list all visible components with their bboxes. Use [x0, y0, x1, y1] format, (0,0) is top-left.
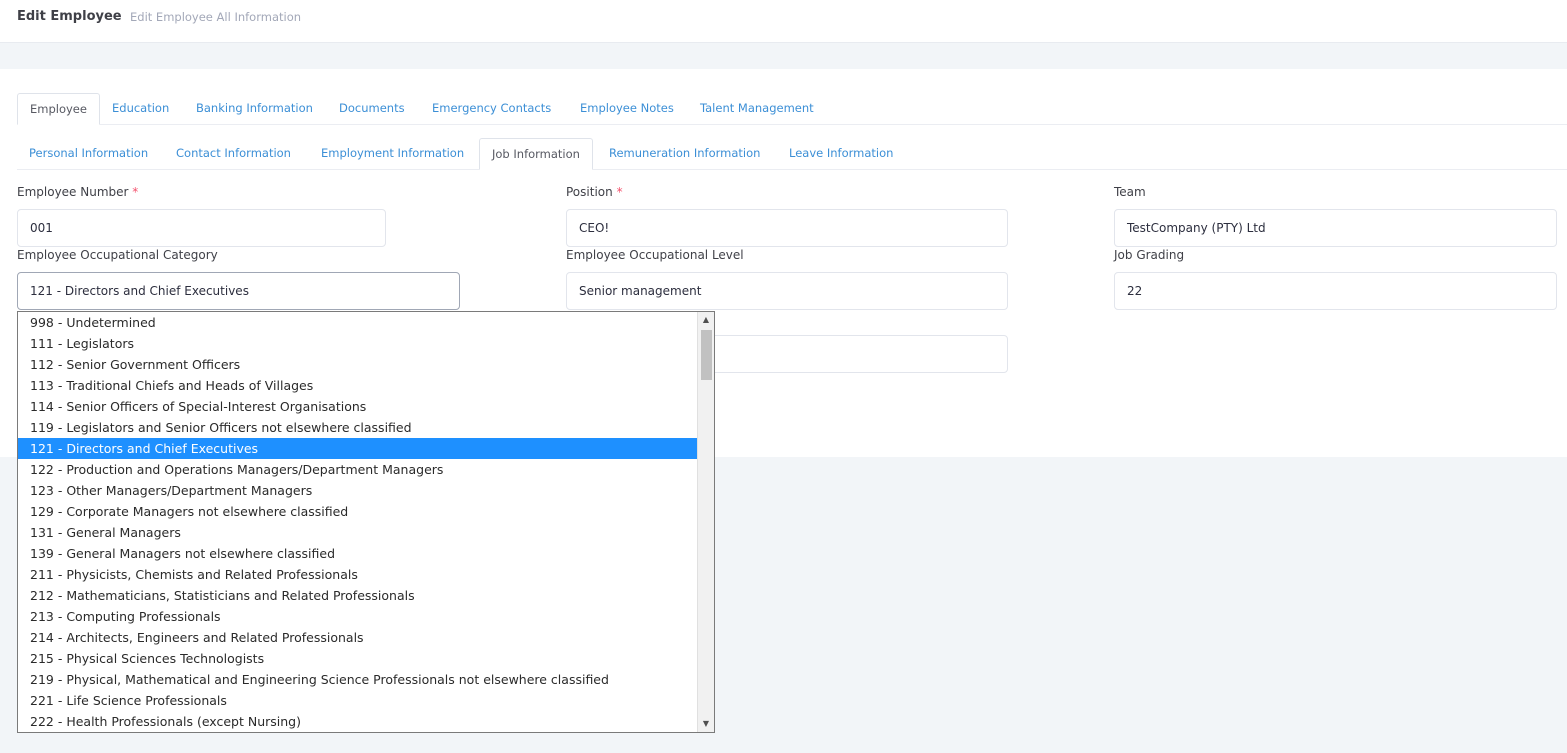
dropdown-option[interactable]: 129 - Corporate Managers not elsewhere c… — [18, 501, 697, 522]
dropdown-option[interactable]: 123 - Other Managers/Department Managers — [18, 480, 697, 501]
scroll-up-arrow-icon[interactable]: ▲ — [698, 312, 714, 328]
employee-number-input[interactable]: 001 — [17, 209, 386, 247]
sub-tabs: Personal Information Contact Information… — [17, 138, 1567, 170]
dropdown-option[interactable]: 211 - Physicists, Chemists and Related P… — [18, 564, 697, 585]
tab-talent-management[interactable]: Talent Management — [688, 93, 826, 125]
tab-employee-notes[interactable]: Employee Notes — [568, 93, 686, 125]
job-grading-input[interactable]: 22 — [1114, 272, 1557, 310]
tab-employment-information[interactable]: Employment Information — [309, 138, 476, 170]
dropdown-option[interactable]: 114 - Senior Officers of Special-Interes… — [18, 396, 697, 417]
dropdown-scrollbar[interactable]: ▲ ▼ — [697, 312, 714, 732]
dropdown-option[interactable]: 113 - Traditional Chiefs and Heads of Vi… — [18, 375, 697, 396]
dropdown-option[interactable]: 219 - Physical, Mathematical and Enginee… — [18, 669, 697, 690]
dropdown-option[interactable]: 131 - General Managers — [18, 522, 697, 543]
dropdown-option[interactable]: 212 - Mathematicians, Statisticians and … — [18, 585, 697, 606]
tab-personal-information[interactable]: Personal Information — [17, 138, 160, 170]
tab-emergency-contacts[interactable]: Emergency Contacts — [420, 93, 563, 125]
tab-job-information[interactable]: Job Information — [479, 138, 593, 170]
occupational-category-dropdown: 998 - Undetermined 111 - Legislators 112… — [17, 311, 715, 733]
occupational-category-select[interactable]: 121 - Directors and Chief Executives — [17, 272, 460, 310]
tab-education[interactable]: Education — [100, 93, 181, 125]
dropdown-option-selected[interactable]: 121 - Directors and Chief Executives — [18, 438, 697, 459]
page-header: Edit Employee Edit Employee All Informat… — [0, 0, 1567, 43]
tab-contact-information[interactable]: Contact Information — [164, 138, 303, 170]
scrollbar-thumb[interactable] — [701, 330, 712, 380]
dropdown-option[interactable]: 222 - Health Professionals (except Nursi… — [18, 711, 697, 732]
tab-documents[interactable]: Documents — [327, 93, 417, 125]
tab-leave-information[interactable]: Leave Information — [777, 138, 905, 170]
tab-banking-information[interactable]: Banking Information — [184, 93, 325, 125]
dropdown-option[interactable]: 111 - Legislators — [18, 333, 697, 354]
tab-remuneration-information[interactable]: Remuneration Information — [597, 138, 772, 170]
dropdown-option[interactable]: 119 - Legislators and Senior Officers no… — [18, 417, 697, 438]
position-label: Position * — [566, 185, 623, 199]
occupational-level-select[interactable]: Senior management — [566, 272, 1008, 310]
main-tabs: Employee Education Banking Information D… — [17, 93, 1567, 125]
scroll-down-arrow-icon[interactable]: ▼ — [698, 716, 714, 732]
required-marker: * — [132, 185, 139, 199]
occupational-category-label: Employee Occupational Category — [17, 248, 218, 262]
team-input[interactable]: TestCompany (PTY) Ltd — [1114, 209, 1557, 247]
dropdown-option[interactable]: 139 - General Managers not elsewhere cla… — [18, 543, 697, 564]
page-subtitle: Edit Employee All Information — [130, 10, 302, 24]
team-label: Team — [1114, 185, 1146, 199]
dropdown-option[interactable]: 998 - Undetermined — [18, 312, 697, 333]
dropdown-option[interactable]: 221 - Life Science Professionals — [18, 690, 697, 711]
required-marker: * — [616, 185, 623, 199]
occupational-level-label: Employee Occupational Level — [566, 248, 744, 262]
job-grading-label: Job Grading — [1114, 248, 1185, 262]
dropdown-option[interactable]: 213 - Computing Professionals — [18, 606, 697, 627]
dropdown-option[interactable]: 112 - Senior Government Officers — [18, 354, 697, 375]
employee-number-label: Employee Number * — [17, 185, 139, 199]
dropdown-option[interactable]: 214 - Architects, Engineers and Related … — [18, 627, 697, 648]
page-title: Edit Employee — [17, 9, 122, 24]
dropdown-option[interactable]: 122 - Production and Operations Managers… — [18, 459, 697, 480]
dropdown-option[interactable]: 215 - Physical Sciences Technologists — [18, 648, 697, 669]
tab-employee[interactable]: Employee — [17, 93, 100, 125]
position-input[interactable]: CEO! — [566, 209, 1008, 247]
